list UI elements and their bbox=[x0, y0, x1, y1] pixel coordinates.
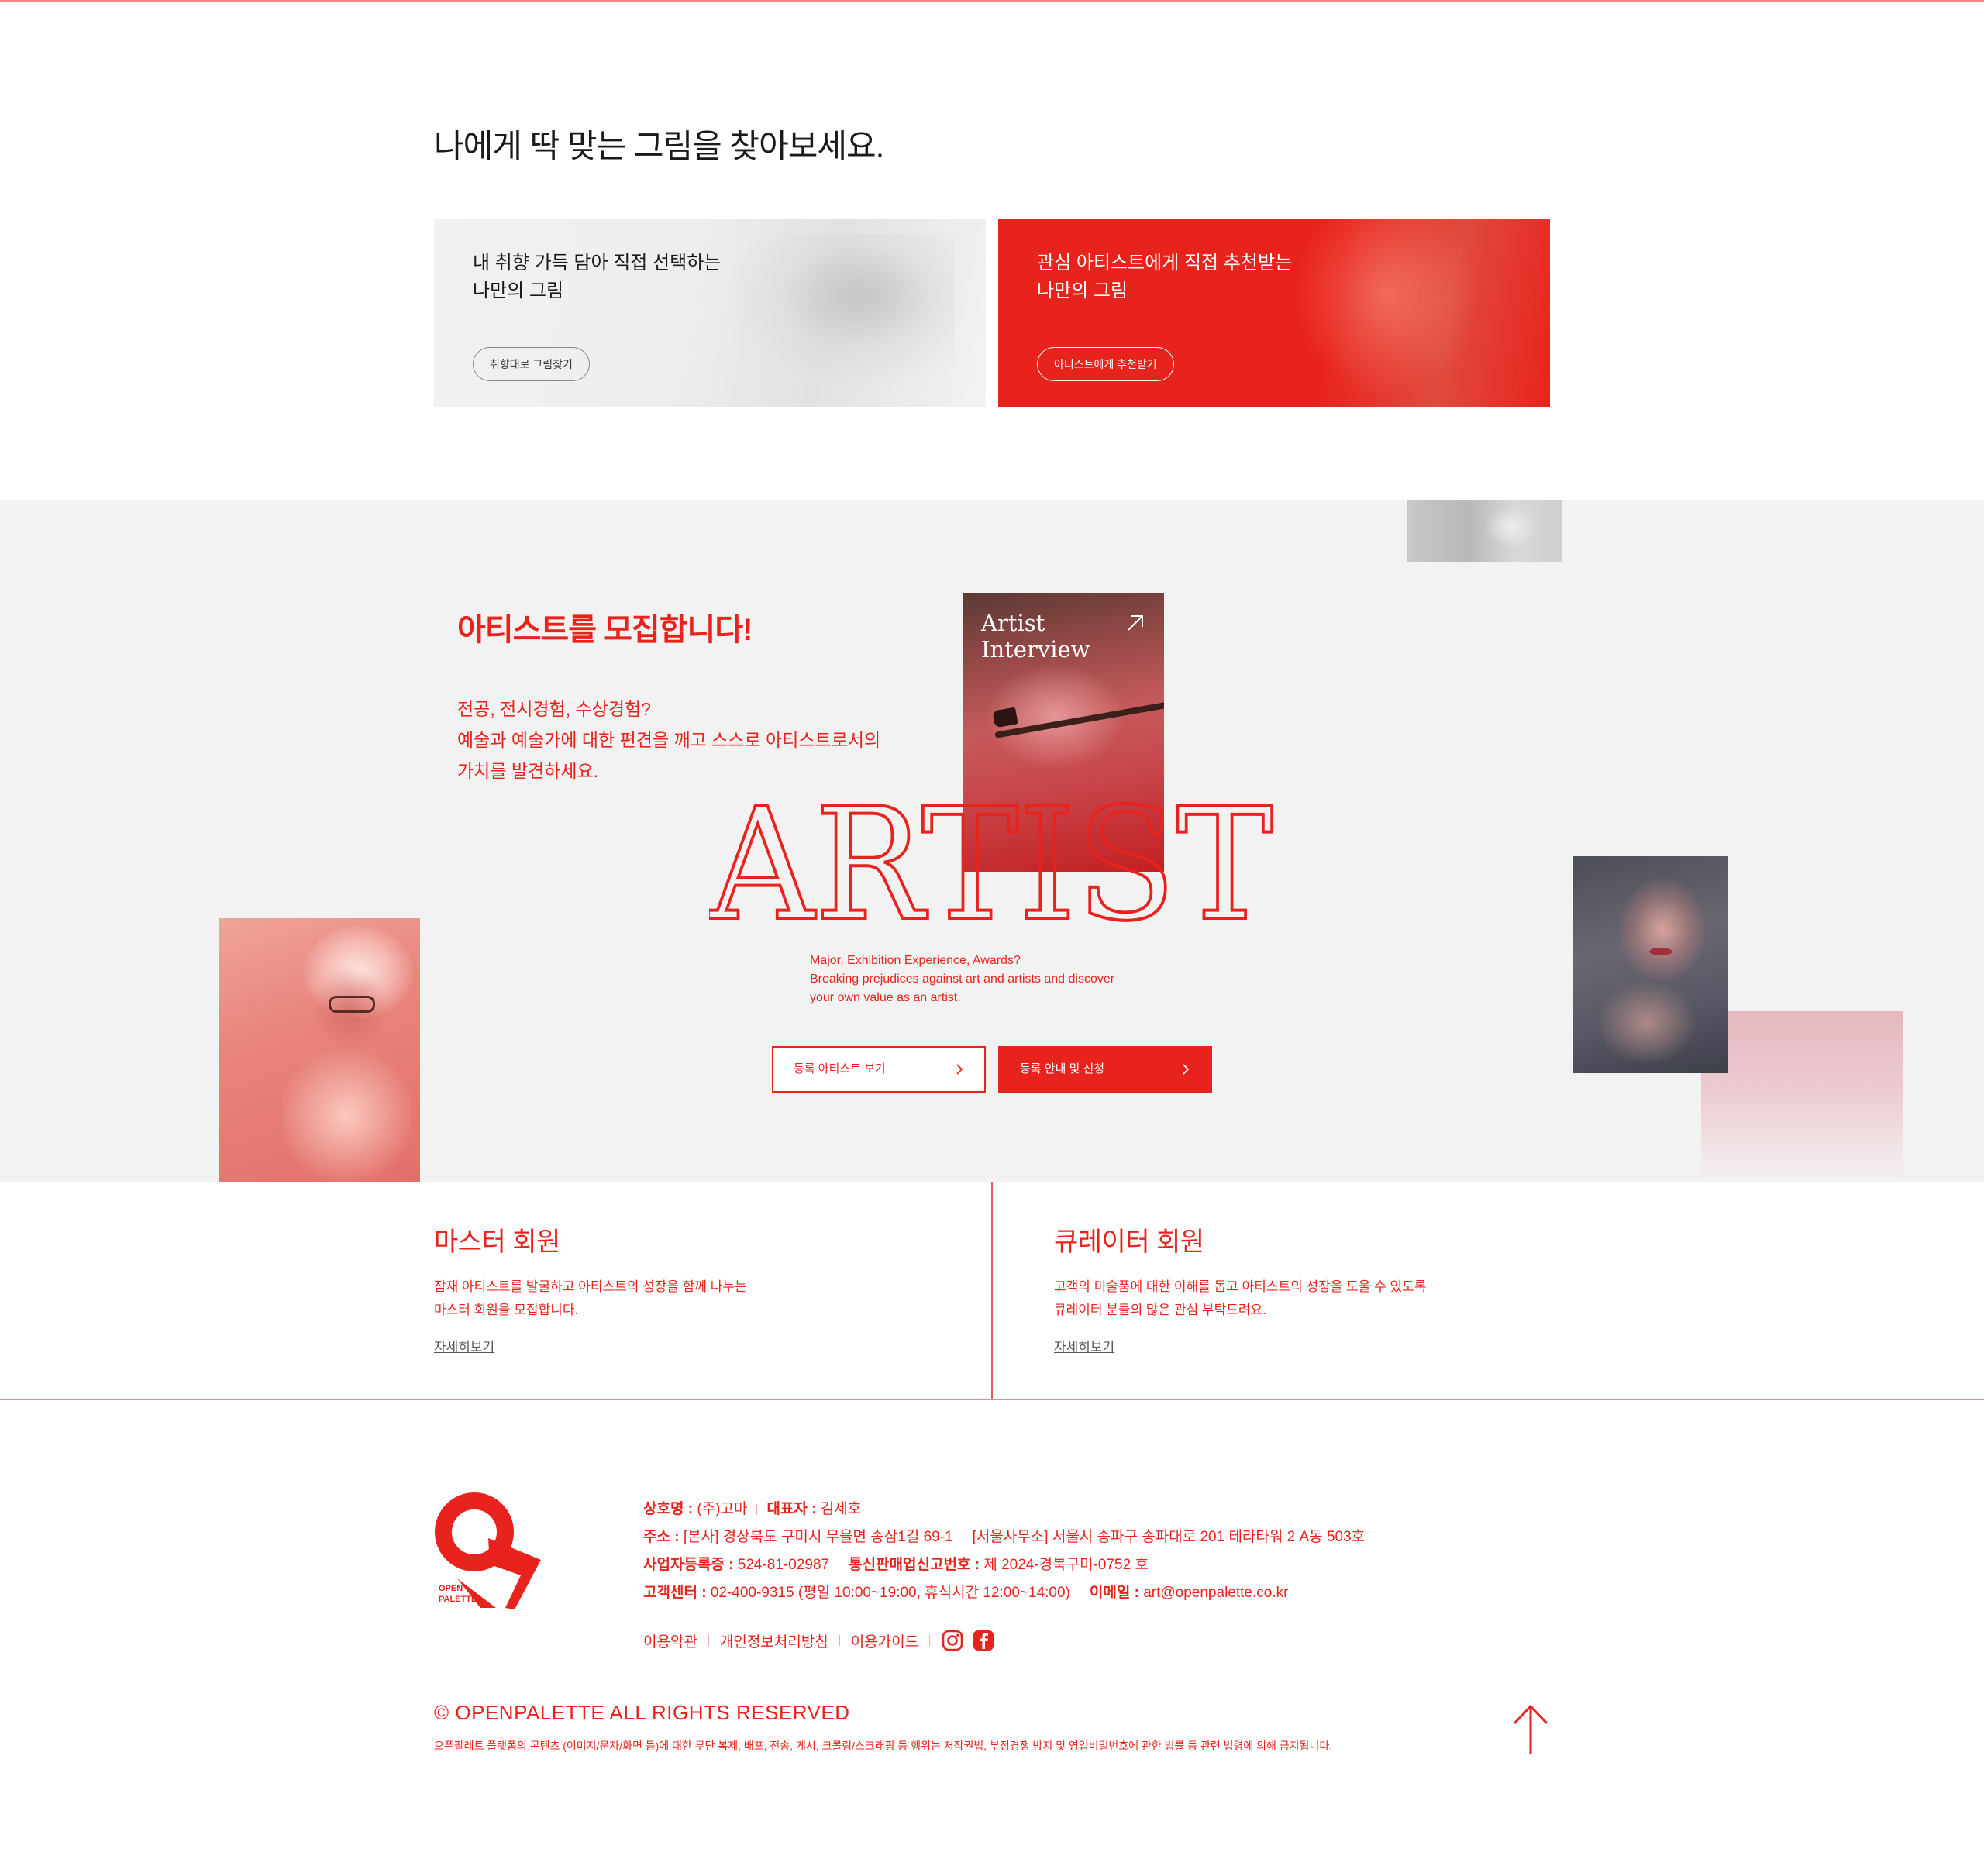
artist-recommend-card[interactable]: 관심 아티스트에게 직접 추천받는 나만의 그림 아티스트에게 추천받기 bbox=[998, 219, 1550, 407]
view-registered-artists-button[interactable]: 등록 아티스트 보기 bbox=[772, 1046, 986, 1093]
recruit-english-description: Major, Exhibition Experience, Awards? Br… bbox=[810, 952, 1114, 1007]
biz-label: 사업자등록증 : bbox=[643, 1557, 738, 1573]
address-hq: [본사] 경상북도 구미시 무을면 송삼1길 69-1 bbox=[683, 1529, 953, 1545]
logo-text-open: OPEN bbox=[439, 1584, 463, 1593]
pink-gradient-block bbox=[1701, 1011, 1903, 1182]
painting-hand-image bbox=[722, 234, 955, 389]
separator bbox=[839, 1635, 840, 1646]
interview-line: Artist bbox=[981, 610, 1045, 636]
curator-detail-link[interactable]: 자세히보기 bbox=[1054, 1336, 1114, 1355]
painted-face bbox=[1620, 879, 1705, 980]
artist-recommend-button[interactable]: 아티스트에게 추천받기 bbox=[1037, 347, 1174, 381]
recruit-desc-line: 예술과 예술가에 대한 편견을 깨고 스스로 아티스트로서의 bbox=[457, 730, 881, 750]
instagram-icon[interactable] bbox=[941, 1629, 964, 1652]
registration-apply-button[interactable]: 등록 안내 및 신청 bbox=[998, 1046, 1212, 1093]
privacy-link[interactable]: 개인정보처리방침 bbox=[720, 1630, 828, 1651]
member-desc-line: 큐레이터 분들의 많은 관심 부탁드려요. bbox=[1054, 1303, 1266, 1317]
artist-display-word: ARTIST bbox=[709, 783, 1275, 926]
member-title: 마스터 회원 bbox=[434, 1227, 560, 1257]
legal-disclaimer: 오픈팔레트 플랫폼의 콘텐츠 (이미지/문자/화면 등)에 대한 무단 복제, … bbox=[434, 1740, 1333, 1752]
member-desc-line: 고객의 미술품에 대한 이해를 돕고 아티스트의 성장을 도울 수 있도록 bbox=[1054, 1279, 1427, 1294]
arrow-up-right-icon bbox=[1128, 615, 1143, 631]
card-line: 관심 아티스트에게 직접 추천받는 bbox=[1037, 253, 1293, 274]
registration-row: 사업자등록증 : 524-81-02987 통신판매업신고번호 : 제 2024-… bbox=[643, 1551, 1365, 1579]
guide-link[interactable]: 이용가이드 bbox=[851, 1630, 918, 1651]
master-detail-link[interactable]: 자세히보기 bbox=[434, 1336, 494, 1355]
recruit-desc-line: 가치를 발견하세요. bbox=[457, 761, 599, 781]
chevron-right-icon bbox=[1183, 1064, 1190, 1075]
email-label: 이메일 : bbox=[1089, 1585, 1144, 1601]
terms-link[interactable]: 이용약관 bbox=[643, 1630, 698, 1651]
company-info: 상호명 : (주)고마 대표자 : 김세호 주소 : [본사] 경상북도 구미시 … bbox=[643, 1496, 1365, 1607]
photo-shirt bbox=[281, 1050, 412, 1182]
arrow-up-icon[interactable] bbox=[1510, 1703, 1552, 1756]
copyright: © OPENPALETTE ALL RIGHTS RESERVED bbox=[434, 1701, 850, 1724]
ceo-name: 김세호 bbox=[820, 1501, 862, 1517]
portrait-painting-photo bbox=[1573, 856, 1728, 1073]
hand-highlight bbox=[1484, 506, 1538, 549]
separator bbox=[929, 1635, 931, 1646]
member-divider bbox=[991, 1182, 993, 1399]
member-desc-line: 마스터 회원을 모집합니다. bbox=[434, 1303, 579, 1317]
cs-info: 02-400-9315 (평일 10:00~19:00, 휴식시간 12:00~… bbox=[710, 1585, 1070, 1601]
recruit-desc-line: 전공, 전시경험, 수상경험? bbox=[457, 699, 651, 719]
card-text: 내 취향 가득 담아 직접 선택하는 나만의 그림 bbox=[473, 250, 721, 305]
button-label: 등록 아티스트 보기 bbox=[794, 1062, 886, 1076]
footer-top-divider bbox=[0, 1399, 1984, 1400]
company-row: 상호명 : (주)고마 대표자 : 김세호 bbox=[643, 1496, 1365, 1523]
button-label: 등록 안내 및 신청 bbox=[1020, 1062, 1105, 1076]
card-text: 관심 아티스트에게 직접 추천받는 나만의 그림 bbox=[1037, 250, 1292, 305]
address-row: 주소 : [본사] 경상북도 구미시 무을면 송삼1길 69-1 [서울사무소] … bbox=[643, 1523, 1365, 1551]
recruit-description: 전공, 전시경험, 수상경험? 예술과 예술가에 대한 편견을 깨고 스스로 아… bbox=[457, 694, 880, 787]
company-name: (주)고마 bbox=[697, 1501, 748, 1517]
english-desc-line: Breaking prejudices against art and arti… bbox=[810, 972, 1115, 986]
address-label: 주소 : bbox=[643, 1529, 684, 1545]
biz-number: 524-81-02987 bbox=[737, 1557, 830, 1573]
painted-mouth bbox=[1649, 948, 1672, 955]
email-address[interactable]: art@openpalette.co.kr bbox=[1143, 1585, 1288, 1601]
interview-label: Artist Interview bbox=[981, 610, 1090, 663]
taste-select-card[interactable]: 내 취향 가득 담아 직접 선택하는 나만의 그림 취향대로 그림찾기 bbox=[434, 219, 986, 407]
top-divider bbox=[0, 0, 1984, 2]
ecommerce-label: 통신판매업신고번호 : bbox=[849, 1557, 984, 1573]
card-line: 나만의 그림 bbox=[473, 281, 564, 301]
cs-label: 고객센터 : bbox=[643, 1585, 711, 1601]
facebook-icon[interactable] bbox=[972, 1629, 995, 1652]
english-desc-line: Major, Exhibition Experience, Awards? bbox=[810, 954, 1021, 967]
elderly-artist-photo bbox=[219, 918, 420, 1182]
woman-portrait-image bbox=[1286, 219, 1488, 407]
card-line: 나만의 그림 bbox=[1037, 281, 1128, 301]
footer-links: 이용약관 개인정보처리방침 이용가이드 bbox=[643, 1629, 1003, 1652]
recruit-title: 아티스트를 모집합니다! bbox=[457, 613, 753, 647]
master-member-block: 마스터 회원 잠재 아티스트를 발굴하고 아티스트의 성장을 함께 나누는 마스… bbox=[434, 1220, 747, 1355]
member-desc-line: 잠재 아티스트를 발굴하고 아티스트의 성장을 함께 나누는 bbox=[434, 1279, 747, 1294]
painted-hand bbox=[1596, 980, 1697, 1065]
find-by-taste-button[interactable]: 취향대로 그림찾기 bbox=[473, 347, 590, 381]
hand-photo-image bbox=[1407, 500, 1562, 562]
chevron-right-icon bbox=[956, 1064, 963, 1075]
member-title: 큐레이터 회원 bbox=[1054, 1227, 1204, 1257]
artist-word: ARTIST bbox=[709, 783, 1273, 926]
address-seoul: [서울사무소] 서울시 송파구 송파대로 201 테라타워 2 A동 503호 bbox=[972, 1529, 1366, 1545]
card-line: 내 취향 가득 담아 직접 선택하는 bbox=[473, 253, 722, 274]
photo-glasses bbox=[329, 996, 375, 1013]
separator bbox=[756, 1503, 758, 1515]
member-description: 고객의 미술품에 대한 이해를 돕고 아티스트의 성장을 도울 수 있도록 큐레… bbox=[1054, 1275, 1426, 1322]
interview-line: Interview bbox=[981, 636, 1090, 663]
separator bbox=[708, 1635, 709, 1646]
english-desc-line: your own value as an artist. bbox=[810, 991, 961, 1004]
company-label: 상호명 : bbox=[643, 1501, 698, 1517]
find-section-title: 나에게 딱 맞는 그림을 찾아보세요. bbox=[434, 128, 884, 164]
contact-row: 고객센터 : 02-400-9315 (평일 10:00~19:00, 휴식시간… bbox=[643, 1579, 1365, 1607]
member-description: 잠재 아티스트를 발굴하고 아티스트의 성장을 함께 나누는 마스터 회원을 모… bbox=[434, 1275, 747, 1322]
logo-text-palette: PALETTE bbox=[439, 1595, 477, 1604]
ceo-label: 대표자 : bbox=[766, 1501, 821, 1517]
openpalette-logo[interactable]: OPEN PALETTE bbox=[434, 1492, 542, 1612]
ecommerce-number: 제 2024-경북구미-0752 호 bbox=[983, 1557, 1149, 1573]
curator-member-block: 큐레이터 회원 고객의 미술품에 대한 이해를 돕고 아티스트의 성장을 도울 … bbox=[1054, 1220, 1426, 1355]
